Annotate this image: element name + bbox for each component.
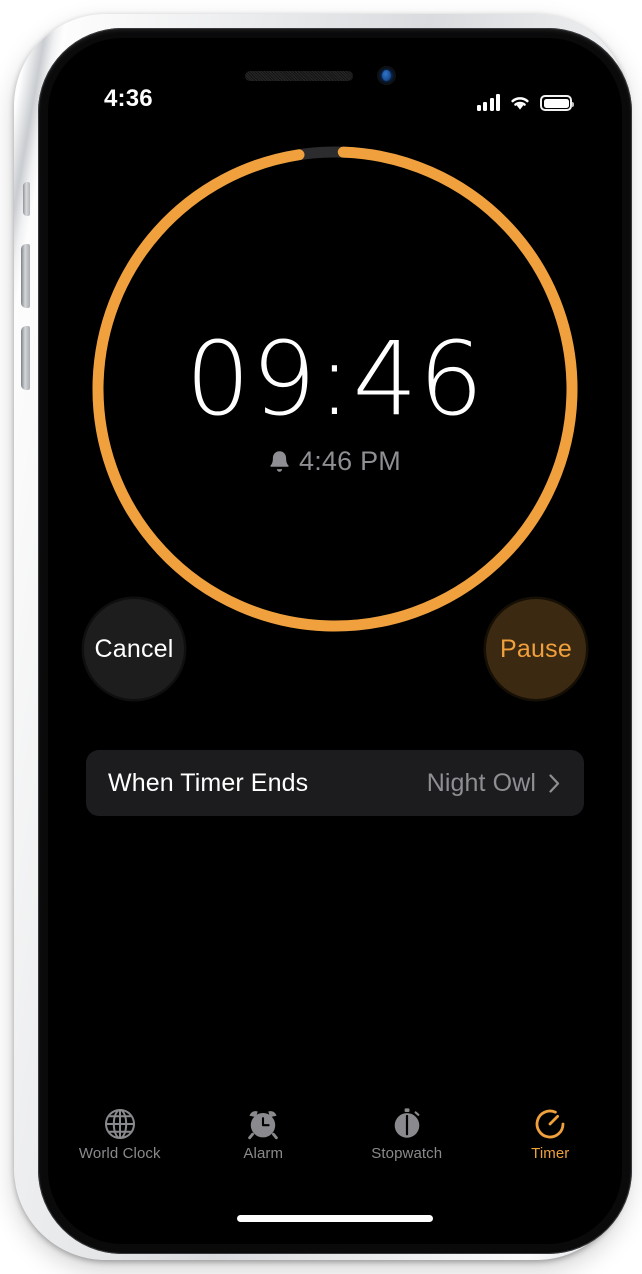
tab-alarm[interactable]: Alarm — [192, 1102, 336, 1178]
timer-remaining-time: 09:46 — [185, 320, 485, 439]
tab-world-clock-label: World Clock — [78, 1145, 161, 1162]
tab-world-clock[interactable]: World Clock — [48, 1102, 192, 1178]
tab-alarm-label: Alarm — [243, 1145, 284, 1162]
volume-down-button[interactable] — [21, 326, 30, 390]
pause-button-label: Pause — [500, 634, 572, 663]
when-timer-ends-row[interactable]: When Timer Ends Night Owl — [86, 750, 584, 816]
volume-up-button[interactable] — [21, 244, 30, 308]
tab-bar: World Clock Alarm Stopwatch Timer — [48, 1102, 622, 1178]
pause-button[interactable]: Pause — [486, 599, 586, 699]
tab-stopwatch-label: Stopwatch — [371, 1145, 443, 1162]
phone-frame: 4:36 09:46 4:46 PM Cancel Pause When Tim… — [14, 14, 632, 1260]
alarm-clock-icon — [248, 1111, 279, 1140]
cancel-button[interactable]: Cancel — [84, 599, 184, 699]
alarm-bell-icon — [270, 450, 289, 472]
status-bar-time: 4:36 — [104, 85, 153, 112]
phone-screen: 4:36 09:46 4:46 PM Cancel Pause When Tim… — [48, 38, 622, 1244]
cellular-signal-icon — [476, 94, 500, 111]
tab-stopwatch[interactable]: Stopwatch — [335, 1102, 479, 1178]
home-indicator[interactable] — [237, 1215, 433, 1222]
timer-icon — [535, 1109, 565, 1139]
when-timer-ends-label: When Timer Ends — [108, 768, 309, 797]
tab-timer[interactable]: Timer — [479, 1102, 623, 1178]
battery-icon — [540, 95, 574, 111]
timer-readout: 09:46 4:46 PM — [48, 320, 622, 477]
wifi-icon — [511, 97, 529, 110]
chevron-right-icon — [549, 773, 560, 793]
tab-timer-label: Timer — [531, 1145, 570, 1162]
stopwatch-icon — [394, 1108, 420, 1138]
status-bar-icons — [476, 87, 574, 111]
timer-end-time: 4:46 PM — [299, 446, 401, 476]
timer-action-buttons: Cancel Pause — [48, 599, 622, 703]
earpiece-speaker — [245, 71, 353, 81]
cancel-button-label: Cancel — [94, 634, 174, 663]
status-bar: 4:36 — [48, 84, 622, 114]
timer-end-row: 4:46 PM — [48, 446, 622, 476]
globe-icon — [104, 1109, 135, 1139]
front-camera-icon — [377, 66, 396, 85]
when-timer-ends-value: Night Owl — [426, 768, 536, 797]
mute-switch-button[interactable] — [23, 182, 30, 216]
